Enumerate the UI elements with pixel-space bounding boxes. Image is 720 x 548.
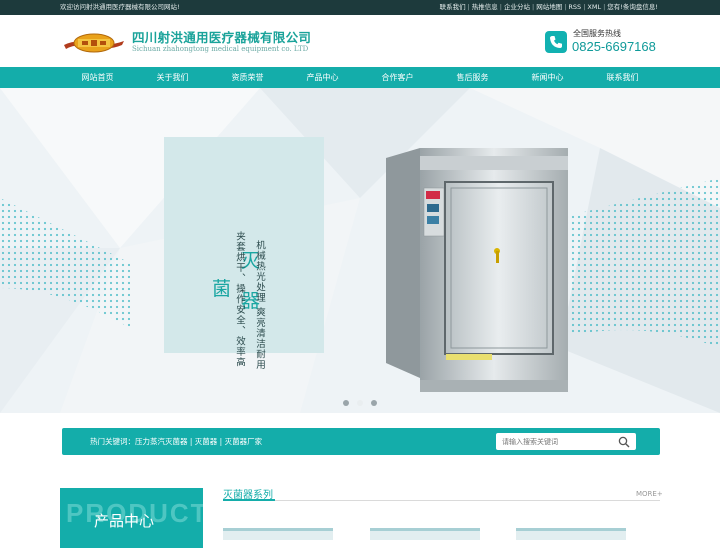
company-name-en: Sichuan zhahongtong medical equipment co… xyxy=(132,45,309,53)
top-link-rss[interactable]: RSS xyxy=(568,3,581,11)
more-link[interactable]: MORE+ xyxy=(636,490,663,498)
search-strip: 热门关键词：压力蒸汽灭菌器 | 灭菌器 | 灭菌器厂家 xyxy=(62,428,660,455)
nav-item-honors[interactable]: 资质荣誉 xyxy=(210,67,285,88)
banner-feature-text-2: 夹套烘干、操作安全、效率高 xyxy=(234,231,245,368)
slide-dot-2[interactable] xyxy=(357,400,363,406)
top-link-branch[interactable]: 企业分站 xyxy=(504,3,530,11)
keyword-link[interactable]: 灭菌器 xyxy=(195,437,218,446)
hero-banner[interactable]: 灭 菌 器 机械热光处理 爽亮清洁耐用 夹套烘干、操作安全、效率高 xyxy=(0,88,720,413)
welcome-text: 欢迎访问射洪通用医疗器械有限公司网站! xyxy=(60,3,180,11)
hotline-number: 0825-6697168 xyxy=(572,39,656,54)
site-header: 四川射洪通用医疗器械有限公司 Sichuan zhahongtong medic… xyxy=(0,15,720,67)
nav-item-clients[interactable]: 合作客户 xyxy=(360,67,435,88)
slide-dot-3[interactable] xyxy=(371,400,377,406)
phone-icon xyxy=(545,31,567,53)
hot-keywords-label: 热门关键词： xyxy=(90,437,135,446)
product-thumbnail[interactable] xyxy=(516,528,626,540)
series-title[interactable]: 灭菌器系列 xyxy=(223,486,273,501)
nav-item-about[interactable]: 关于我们 xyxy=(135,67,210,88)
top-link-contact[interactable]: 联系我们 xyxy=(440,3,466,11)
nav-item-home[interactable]: 网站首页 xyxy=(60,67,135,88)
inquiry-notice[interactable]: 您有!条询盘信息! xyxy=(607,3,658,11)
keyword-link[interactable]: 灭菌器厂家 xyxy=(225,437,263,446)
slide-dot-1[interactable] xyxy=(343,400,349,406)
banner-background xyxy=(0,88,720,413)
top-bar: 欢迎访问射洪通用医疗器械有限公司网站! 联系我们 | 热推信息 | 企业分站 | 网站地图 |… xyxy=(0,0,720,15)
banner-title-char-2: 菌 xyxy=(212,278,232,300)
hotline-title: 全国服务热线 xyxy=(573,29,621,38)
nav-item-contact[interactable]: 联系我们 xyxy=(585,67,660,88)
top-link-sitemap[interactable]: 网站地图 xyxy=(536,3,562,11)
nav-item-news[interactable]: 新闻中心 xyxy=(510,67,585,88)
hot-keywords: 热门关键词：压力蒸汽灭菌器 | 灭菌器 | 灭菌器厂家 xyxy=(90,437,263,446)
product-center-title: 产品中心 xyxy=(94,512,155,530)
product-thumbnail[interactable] xyxy=(223,528,333,540)
divider xyxy=(223,500,660,501)
top-links: 联系我们 | 热推信息 | 企业分站 | 网站地图 | RSS | XML | 您有!条询盘信息! xyxy=(439,3,658,11)
banner-feature-text-1: 机械热光处理 爽亮清洁耐用 xyxy=(254,240,265,371)
keyword-link[interactable]: 压力蒸汽灭菌器 xyxy=(135,437,188,446)
product-center-box[interactable]: PRODUCT 产品中心 xyxy=(60,488,203,548)
nav-item-service[interactable]: 售后服务 xyxy=(435,67,510,88)
search-box xyxy=(496,433,636,450)
top-link-xml[interactable]: XML xyxy=(587,3,601,11)
sterilizer-image xyxy=(386,148,568,392)
company-logo[interactable] xyxy=(62,31,126,55)
company-name-cn: 四川射洪通用医疗器械有限公司 xyxy=(132,30,312,45)
product-thumbnail[interactable] xyxy=(370,528,480,540)
slide-indicators xyxy=(343,391,385,410)
nav-item-products[interactable]: 产品中心 xyxy=(285,67,360,88)
search-icon[interactable] xyxy=(618,436,630,448)
main-nav: 网站首页 关于我们 资质荣誉 产品中心 合作客户 售后服务 新闻中心 联系我们 xyxy=(0,67,720,88)
search-input[interactable] xyxy=(502,435,612,448)
top-link-hot[interactable]: 热推信息 xyxy=(472,3,498,11)
